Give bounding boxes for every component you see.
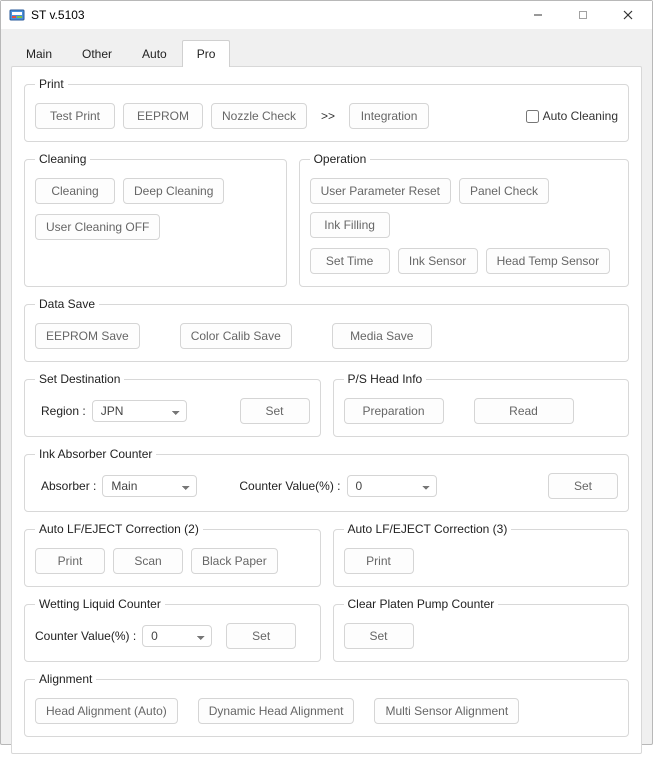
panel-check-button[interactable]: Panel Check [459,178,549,204]
tab-panel-pro: Print Test Print EEPROM Nozzle Check >> … [11,66,642,754]
tab-other[interactable]: Other [67,40,127,67]
integration-button[interactable]: Integration [349,103,429,129]
group-lf-eject-3: Auto LF/EJECT Correction (3) Print [333,522,630,587]
maximize-button[interactable] [560,1,605,29]
read-button[interactable]: Read [474,398,574,424]
cleaning-button[interactable]: Cleaning [35,178,115,204]
lf2-print-button[interactable]: Print [35,548,105,574]
auto-cleaning-input[interactable] [526,110,539,123]
wetting-set-button[interactable]: Set [226,623,296,649]
lf2-black-paper-button[interactable]: Black Paper [191,548,278,574]
group-operation: Operation User Parameter Reset Panel Che… [299,152,629,287]
tab-main[interactable]: Main [11,40,67,67]
group-cleaning: Cleaning Cleaning Deep Cleaning User Cle… [24,152,287,287]
titlebar: ST v.5103 [1,1,652,29]
group-platen-legend: Clear Platen Pump Counter [344,597,499,611]
group-lf-eject-3-legend: Auto LF/EJECT Correction (3) [344,522,512,536]
eeprom-save-button[interactable]: EEPROM Save [35,323,140,349]
tab-pro[interactable]: Pro [182,40,231,67]
group-set-destination-legend: Set Destination [35,372,124,386]
head-temp-sensor-button[interactable]: Head Temp Sensor [486,248,611,274]
set-destination-button[interactable]: Set [240,398,310,424]
more-label: >> [315,104,341,128]
window-title: ST v.5103 [31,8,515,22]
ink-sensor-button[interactable]: Ink Sensor [398,248,478,274]
group-print-legend: Print [35,77,68,91]
group-ink-absorber: Ink Absorber Counter Absorber : Main Cou… [24,447,629,512]
lf2-scan-button[interactable]: Scan [113,548,183,574]
set-time-button[interactable]: Set Time [310,248,390,274]
wetting-counter-label: Counter Value(%) : [35,629,136,643]
preparation-button[interactable]: Preparation [344,398,444,424]
ink-filling-button[interactable]: Ink Filling [310,212,390,238]
group-alignment: Alignment Head Alignment (Auto) Dynamic … [24,672,629,737]
group-ps-head-info: P/S Head Info Preparation Read [333,372,630,437]
absorber-select[interactable]: Main [102,475,197,497]
tab-bar: Main Other Auto Pro [11,40,642,67]
eeprom-button[interactable]: EEPROM [123,103,203,129]
group-print: Print Test Print EEPROM Nozzle Check >> … [24,77,629,142]
ink-counter-select[interactable]: 0 [347,475,437,497]
group-data-save: Data Save EEPROM Save Color Calib Save M… [24,297,629,362]
tab-auto[interactable]: Auto [127,40,182,67]
app-icon [9,7,25,23]
deep-cleaning-button[interactable]: Deep Cleaning [123,178,224,204]
group-lf-eject-2-legend: Auto LF/EJECT Correction (2) [35,522,203,536]
group-platen: Clear Platen Pump Counter Set [333,597,630,662]
user-param-reset-button[interactable]: User Parameter Reset [310,178,451,204]
window-controls [515,1,650,29]
multi-sensor-alignment-button[interactable]: Multi Sensor Alignment [374,698,519,724]
nozzle-check-button[interactable]: Nozzle Check [211,103,307,129]
group-wetting: Wetting Liquid Counter Counter Value(%) … [24,597,321,662]
region-label: Region : [41,404,86,418]
group-data-save-legend: Data Save [35,297,99,311]
group-cleaning-legend: Cleaning [35,152,90,166]
group-operation-legend: Operation [310,152,371,166]
region-select[interactable]: JPN [92,400,187,422]
group-wetting-legend: Wetting Liquid Counter [35,597,165,611]
group-ps-head-info-legend: P/S Head Info [344,372,427,386]
ink-counter-label: Counter Value(%) : [239,479,340,493]
window-body: Main Other Auto Pro Print Test Print EEP… [1,29,652,764]
lf3-print-button[interactable]: Print [344,548,414,574]
group-ink-absorber-legend: Ink Absorber Counter [35,447,156,461]
group-alignment-legend: Alignment [35,672,96,686]
media-save-button[interactable]: Media Save [332,323,432,349]
ink-absorber-set-button[interactable]: Set [548,473,618,499]
platen-set-button[interactable]: Set [344,623,414,649]
wetting-counter-select[interactable]: 0 [142,625,212,647]
auto-cleaning-label: Auto Cleaning [543,109,618,123]
test-print-button[interactable]: Test Print [35,103,115,129]
auto-cleaning-checkbox[interactable]: Auto Cleaning [526,109,618,123]
group-lf-eject-2: Auto LF/EJECT Correction (2) Print Scan … [24,522,321,587]
color-calib-save-button[interactable]: Color Calib Save [180,323,292,349]
app-window: ST v.5103 Main Other Auto Pro Print Test… [0,0,653,745]
user-cleaning-off-button[interactable]: User Cleaning OFF [35,214,160,240]
group-set-destination: Set Destination Region : JPN Set [24,372,321,437]
absorber-label: Absorber : [41,479,96,493]
dynamic-head-alignment-button[interactable]: Dynamic Head Alignment [198,698,355,724]
minimize-button[interactable] [515,1,560,29]
head-alignment-auto-button[interactable]: Head Alignment (Auto) [35,698,178,724]
close-button[interactable] [605,1,650,29]
